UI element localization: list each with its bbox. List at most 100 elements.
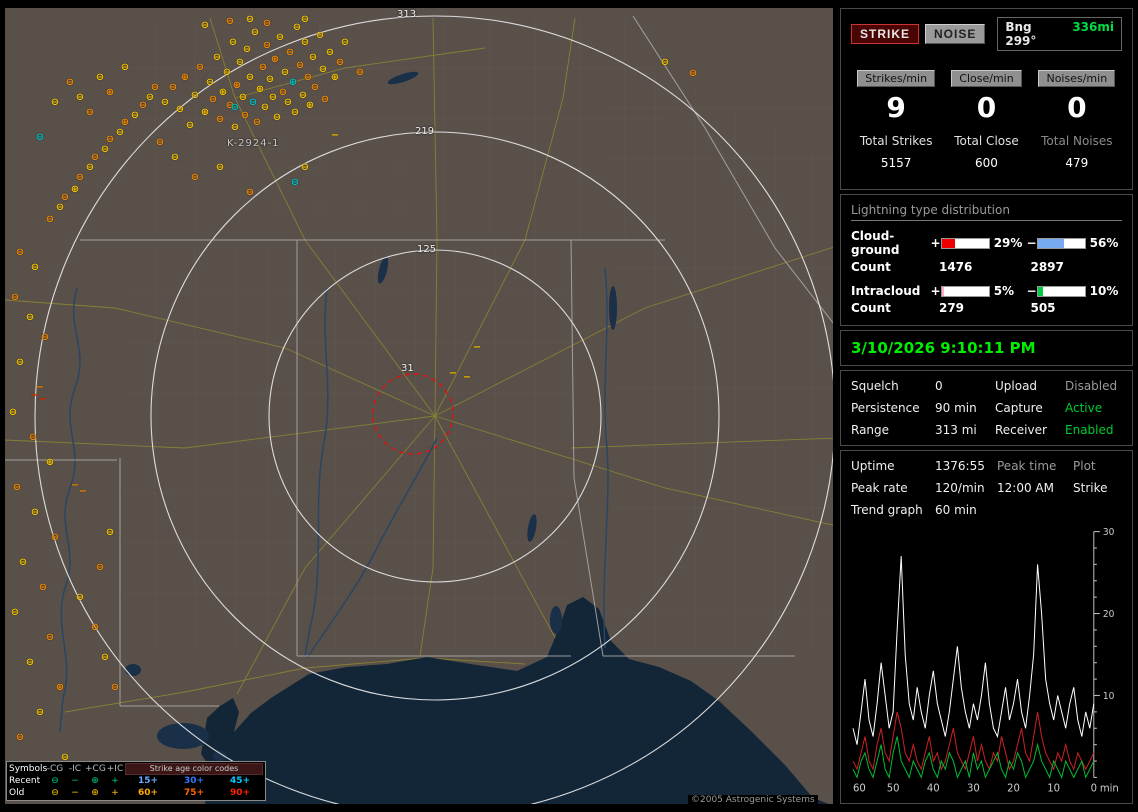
strike-symbol: ⊖ xyxy=(316,31,324,41)
svg-text:20: 20 xyxy=(1007,782,1020,795)
strike-symbol: ⊕ xyxy=(106,88,114,98)
noises-per-min-button[interactable]: Noises/min xyxy=(1038,70,1115,87)
squelch-label: Squelch xyxy=(851,379,935,393)
strike-symbol: ⊖ xyxy=(46,633,54,643)
trend-window-value: 60 min xyxy=(935,503,997,517)
squelch-value: 0 xyxy=(935,379,995,393)
legend-age-header: Strike age color codes xyxy=(125,763,263,775)
strike-symbol: ⊖ xyxy=(319,65,327,75)
capture-status: Active xyxy=(1065,401,1122,415)
bearing-distance: 336mi xyxy=(1072,20,1114,48)
map-canvas[interactable]: 313 219 125 31 K-2924-1 ⊖⊖⊖⊕⊖⊖⊖⊕⊖⊖⊖⊖⊕⊖⊖⊖… xyxy=(5,8,833,804)
strike-symbol: ⊕ xyxy=(289,78,297,88)
strike-symbol: ⊖ xyxy=(146,93,154,103)
strike-symbol: ⊕ xyxy=(121,118,129,128)
intracloud-count-row: Count 279 505 xyxy=(851,301,1122,315)
ic-positive-bar xyxy=(941,286,990,297)
strike-symbol: ⊖ xyxy=(51,98,59,108)
station-label: K-2924-1 xyxy=(227,138,280,149)
strike-symbol: ⊖ xyxy=(266,75,274,85)
svg-text:50: 50 xyxy=(887,782,900,795)
minus-sign: − xyxy=(1026,284,1037,298)
strike-symbol: ⊖ xyxy=(216,115,224,125)
svg-text:30: 30 xyxy=(1103,527,1115,538)
ic-positive-count: 279 xyxy=(939,301,1031,315)
legend-symbol-icon: − xyxy=(65,788,85,798)
upload-label: Upload xyxy=(995,379,1065,393)
strike-symbol: ⊖ xyxy=(91,623,99,633)
strike-symbol: ⊕ xyxy=(256,85,264,95)
strike-symbol: ⊖ xyxy=(273,113,281,123)
strike-symbol: ⊖ xyxy=(61,193,69,203)
svg-text:60: 60 xyxy=(853,782,866,795)
legend-col-neg-ic: -IC xyxy=(65,764,85,774)
legend-symbol-icon: ⊖ xyxy=(45,776,65,786)
strike-symbol: − xyxy=(463,373,471,383)
strike-symbol: ⊖ xyxy=(243,45,251,55)
close-per-min-button[interactable]: Close/min xyxy=(951,70,1021,87)
noise-mode-button[interactable]: NOISE xyxy=(925,24,985,44)
strike-symbol: ⊖ xyxy=(301,38,309,48)
cg-negative-bar xyxy=(1037,238,1086,249)
strike-symbol: ⊖ xyxy=(11,608,19,618)
receiver-status: Enabled xyxy=(1065,423,1122,437)
strike-symbol: ⊖ xyxy=(341,38,349,48)
strike-symbol: ⊖ xyxy=(151,83,159,93)
legend-age-code: 90+ xyxy=(227,788,253,798)
strike-symbol: ⊖ xyxy=(291,178,299,188)
settings-box: Squelch 0 Upload Disabled Persistence 90… xyxy=(840,370,1133,446)
strike-symbol: ⊖ xyxy=(263,41,271,51)
strike-mode-button[interactable]: STRIKE xyxy=(851,24,919,44)
strike-symbol: ⊖ xyxy=(336,58,344,68)
strike-symbol: ⊖ xyxy=(76,173,84,183)
strike-symbol: ⊖ xyxy=(29,433,37,443)
strike-symbol: ⊖ xyxy=(86,108,94,118)
trend-chart-svg: 1020306050403020100min xyxy=(851,525,1122,795)
strike-symbol: ⊖ xyxy=(169,83,177,93)
strike-symbol: ⊕ xyxy=(46,458,54,468)
ring-label-219: 219 xyxy=(415,126,434,137)
strike-symbol: ⊖ xyxy=(276,33,284,43)
capture-label: Capture xyxy=(995,401,1065,415)
cg-positive-bar xyxy=(941,238,990,249)
strike-symbol: ⊖ xyxy=(76,593,84,603)
strike-symbol: ⊖ xyxy=(246,15,254,25)
legend-age-code: 30+ xyxy=(181,776,207,786)
strike-symbol: ⊖ xyxy=(16,733,24,743)
strike-symbol: ⊖ xyxy=(301,163,309,173)
legend-symbol-icon: − xyxy=(65,776,85,786)
status-panel: STRIKE NOISE Bng 299° 336mi Strikes/min … xyxy=(840,8,1133,804)
strikes-per-min-button[interactable]: Strikes/min xyxy=(857,70,935,87)
plot-value: Strike xyxy=(1073,481,1122,495)
legend-symbol-icon: + xyxy=(105,788,125,798)
strike-symbol: ⊖ xyxy=(41,333,49,343)
strike-symbol: ⊖ xyxy=(246,73,254,83)
total-strikes-label: Total Strikes xyxy=(851,134,941,148)
strike-symbol: ⊖ xyxy=(106,528,114,538)
svg-text:30: 30 xyxy=(967,782,980,795)
legend-row-recent: Recent⊖−⊕+15+30+45+ xyxy=(9,775,263,787)
svg-text:10: 10 xyxy=(1103,690,1115,701)
trend-graph-label: Trend graph xyxy=(851,503,935,517)
legend-symbol-icon: ⊕ xyxy=(85,776,105,786)
strike-symbol: ⊖ xyxy=(253,118,261,128)
legend-row-old: Old⊖−⊕+60+75+90+ xyxy=(9,787,263,799)
strike-symbol: ⊖ xyxy=(229,38,237,48)
strike-symbol: ⊖ xyxy=(11,293,19,303)
legend-symbol-icon: ⊕ xyxy=(85,788,105,798)
peak-time-value: 12:00 AM xyxy=(997,481,1073,495)
strike-symbol: ⊖ xyxy=(171,153,179,163)
strike-symbol: ⊖ xyxy=(226,17,234,27)
ring-label-31: 31 xyxy=(401,363,414,374)
ic-positive-pct: 5% xyxy=(994,284,1026,298)
strike-symbol: ⊖ xyxy=(231,123,239,133)
trend-chart: 1020306050403020100min xyxy=(851,525,1122,795)
persistence-label: Persistence xyxy=(851,401,935,415)
legend-col-pos-ic: +IC xyxy=(105,764,125,774)
datetime-box: 3/10/2026 9:10:11 PM xyxy=(840,330,1133,366)
strike-symbol: ⊖ xyxy=(286,48,294,58)
datetime-readout: 3/10/2026 9:10:11 PM xyxy=(851,339,1122,357)
cloud-ground-count-row: Count 1476 2897 xyxy=(851,260,1122,274)
strike-symbol: ⊖ xyxy=(269,93,277,103)
legend-age-code: 75+ xyxy=(181,788,207,798)
